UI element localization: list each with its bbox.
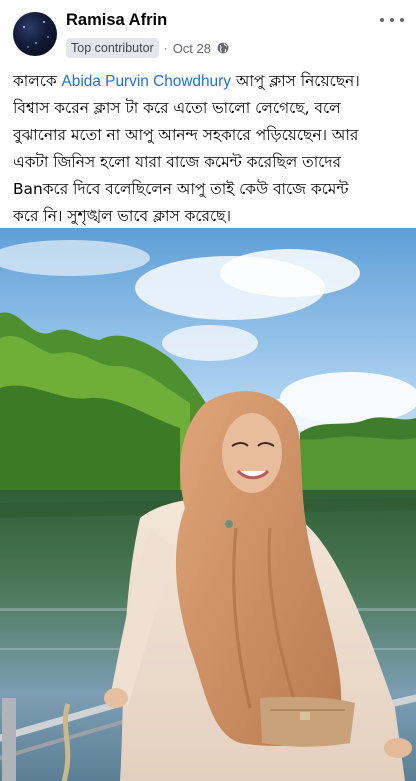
post-text-line: কালকে Abida Purvin Chowdhury আপু ক্লাস ন… [13, 72, 360, 90]
author-name[interactable]: Ramisa Afrin [66, 11, 167, 30]
post-meta: Top contributor · Oct 28 [66, 37, 229, 59]
post-text-line: বুঝানোর মতো না আপু আনন্দ সহকারে পড়িয়েছ… [13, 126, 359, 144]
post-text: কালকে Abida Purvin Chowdhury আপু ক্লাস ন… [13, 68, 413, 230]
mention-link[interactable]: Abida Purvin Chowdhury [62, 73, 231, 90]
post-photo[interactable] [0, 228, 416, 781]
post-text-line: Banকরে দিবে বলেছিলেন আপু তাই কেউ বাজে কম… [13, 180, 349, 198]
more-options-button[interactable] [378, 10, 406, 30]
post-text-line: করে নি। সুশৃঙ্খল ভাবে ক্লাস করেছে। [13, 207, 231, 225]
post-date[interactable]: Oct 28 [173, 41, 211, 56]
top-contributor-badge[interactable]: Top contributor [66, 38, 159, 58]
photo-scene [0, 228, 416, 781]
post-header: Ramisa Afrin Top contributor · Oct 28 [0, 0, 416, 66]
globe-icon[interactable] [217, 42, 229, 54]
more-horizontal-icon [380, 18, 384, 22]
post-text-line: একটা জিনিস হলো যারা বাজে কমেন্ট করেছিল ত… [13, 153, 341, 171]
author-avatar[interactable] [13, 12, 57, 56]
post-text-line: বিশ্বাস করেন ক্লাস টা করে এতো ভালো লেগেছ… [13, 99, 341, 117]
meta-separator: · [163, 41, 168, 55]
